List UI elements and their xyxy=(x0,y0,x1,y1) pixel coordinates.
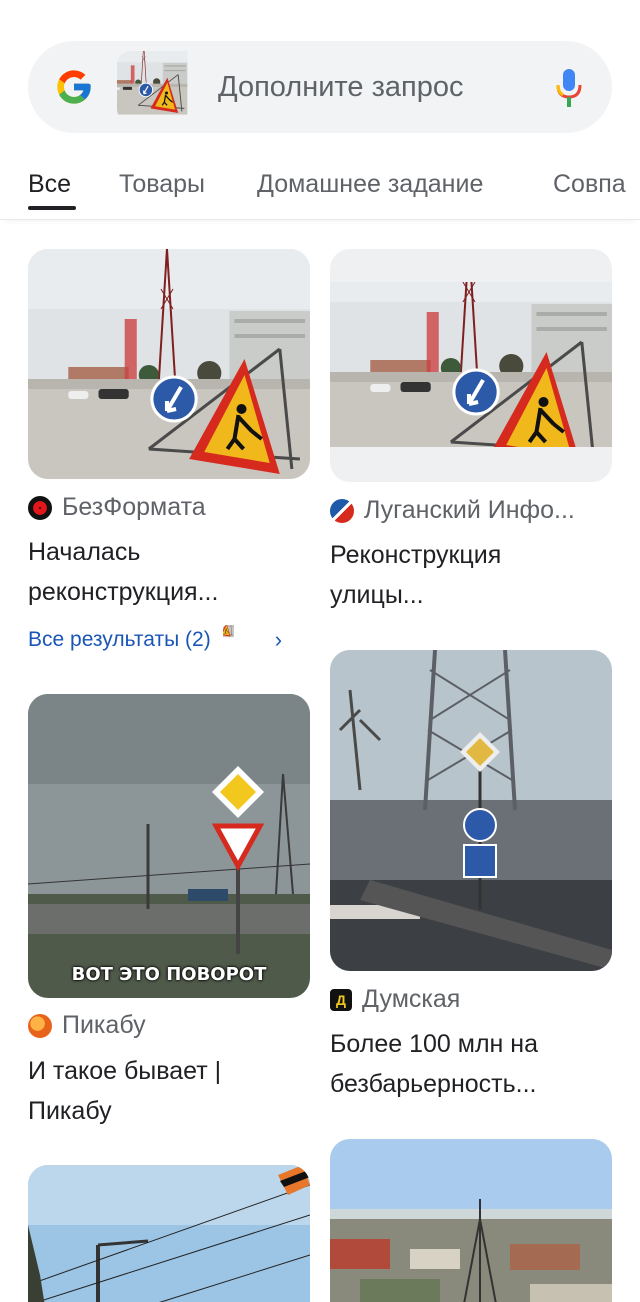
title-line: И такое бывает | xyxy=(28,1057,222,1085)
result-source-lugansk[interactable]: Луганский Инфо... xyxy=(330,496,575,525)
bezformata-favicon-icon xyxy=(28,495,52,520)
title-line: Пикабу xyxy=(28,1097,112,1125)
result-title-bezformata[interactable]: Началась реконструкция... xyxy=(28,532,310,612)
result-title-lugansk[interactable]: Реконструкция улицы... xyxy=(330,535,612,615)
title-line: Началась xyxy=(28,538,141,566)
image-caption: ВОТ ЭТО ПОВОРОТ xyxy=(71,964,267,985)
source-label: Пикабу xyxy=(62,1011,146,1039)
query-image-thumbnail[interactable] xyxy=(117,51,203,123)
microphone-icon[interactable] xyxy=(554,67,584,109)
result-source-pikabu[interactable]: Пикабу xyxy=(28,1011,146,1040)
result-image-powerlines[interactable] xyxy=(28,1165,310,1302)
result-title-dumskaya[interactable]: Более 100 млн на безбарьерность... xyxy=(330,1024,612,1104)
source-label: БезФормата xyxy=(62,493,206,521)
title-line: Реконструкция xyxy=(330,541,502,569)
result-image-dumskaya[interactable] xyxy=(330,650,612,971)
result-image-bezformata[interactable] xyxy=(28,249,310,479)
all-results-thumbnail xyxy=(223,625,253,655)
all-results-label: Все результаты (2) xyxy=(28,628,211,651)
search-tabs: Все Товары Домашнее задание Совпа xyxy=(0,150,640,220)
favicon-letter: Д xyxy=(336,991,346,1008)
result-source-bezformata[interactable]: БезФормата xyxy=(28,493,206,522)
source-label: Думская xyxy=(362,985,461,1013)
result-image-lugansk[interactable] xyxy=(330,249,612,482)
tab-homework[interactable]: Домашнее задание xyxy=(257,170,483,199)
active-tab-indicator xyxy=(28,206,76,210)
dumskaya-favicon-icon: Д xyxy=(330,988,352,1011)
google-g-icon[interactable] xyxy=(54,67,94,107)
title-line: реконструкция... xyxy=(28,578,219,606)
title-line: улицы... xyxy=(330,581,424,609)
lugansk-info-favicon-icon xyxy=(330,498,354,523)
result-source-dumskaya[interactable]: Д Думская xyxy=(330,985,460,1014)
result-image-pikabu[interactable]: ВОТ ЭТО ПОВОРОТ xyxy=(28,694,310,998)
result-title-pikabu[interactable]: И такое бывает | Пикабу xyxy=(28,1051,310,1131)
result-image-aerial[interactable] xyxy=(330,1139,612,1302)
search-bar[interactable] xyxy=(28,41,612,133)
search-input[interactable] xyxy=(218,63,528,111)
all-results-link[interactable]: Все результаты (2) › xyxy=(28,625,282,655)
tab-all[interactable]: Все xyxy=(28,170,71,199)
title-line: Более 100 млн на xyxy=(330,1030,538,1058)
title-line: безбарьерность... xyxy=(330,1070,537,1098)
source-label: Луганский Инфо... xyxy=(364,496,575,524)
pikabu-favicon-icon xyxy=(28,1013,52,1038)
chevron-right-icon: › xyxy=(274,627,283,652)
tab-products[interactable]: Товары xyxy=(119,170,205,199)
tab-matches[interactable]: Совпа xyxy=(553,170,626,199)
